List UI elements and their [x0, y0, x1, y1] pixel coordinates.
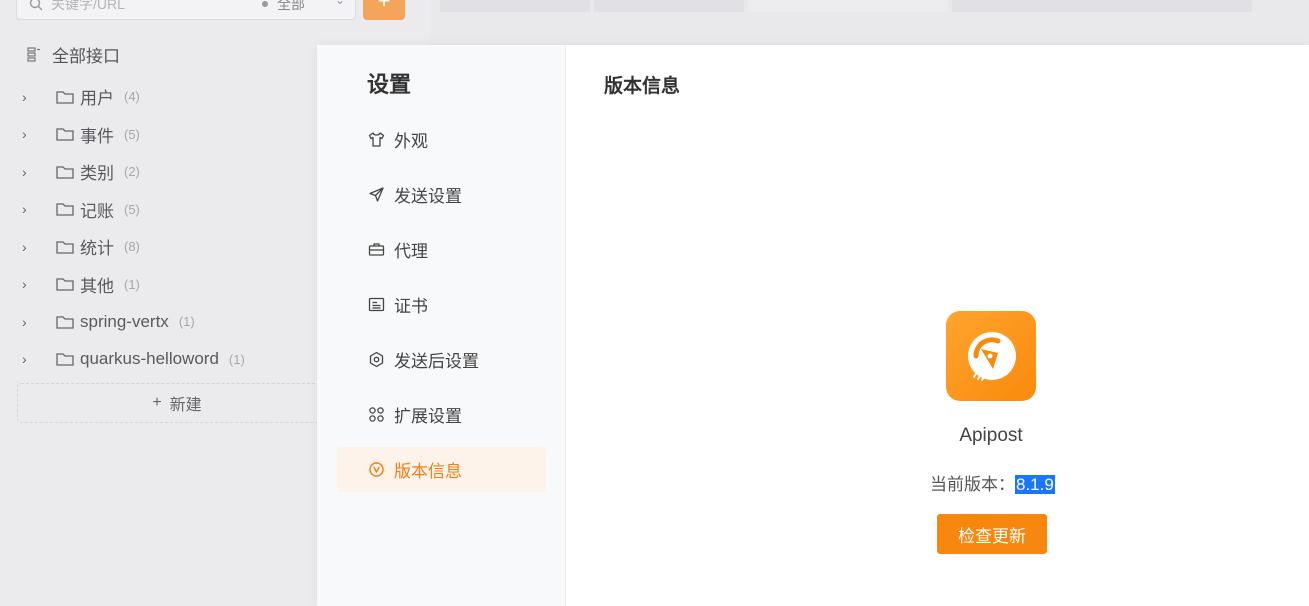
folder-count: (5): [124, 126, 140, 142]
nav-item-certificate[interactable]: 证书: [337, 282, 546, 327]
tree-folder[interactable]: › quarkus-helloword (1): [22, 341, 322, 379]
folder-icon: [56, 128, 74, 141]
folder-icon: [56, 316, 74, 329]
folder-name: 事件: [80, 126, 114, 146]
folder-count: (1): [178, 314, 195, 330]
nav-item-send-settings[interactable]: 发送设置: [337, 172, 546, 217]
nav-item-post-send-settings[interactable]: 发送后设置: [337, 337, 546, 382]
nav-item-label: 发送后设置: [394, 352, 479, 371]
version-icon: [367, 461, 385, 479]
shirt-icon: [367, 131, 385, 149]
search-placeholder: 关键字/URL: [51, 0, 125, 12]
nav-item-label: 版本信息: [394, 462, 462, 481]
nav-item-label: 外观: [394, 132, 428, 151]
settings-dialog: 设置 外观 发送设置 代理 证书 发送后设置 扩展设置 版本信息 版本信息 Ap…: [317, 45, 1309, 606]
chevron-right-icon: ›: [22, 276, 27, 293]
chevron-right-icon: ›: [22, 238, 27, 255]
version-value: 8.1.9: [1015, 475, 1055, 494]
tree-folder[interactable]: › 事件 (5): [22, 116, 322, 154]
certificate-icon: [367, 296, 385, 314]
chevron-down-icon: ⌄: [335, 0, 346, 7]
scope-select[interactable]: 全部: [277, 0, 305, 14]
apipost-logo-icon: [968, 332, 1016, 381]
folder-count: (1): [228, 351, 245, 367]
briefcase-icon: [367, 241, 385, 259]
new-button[interactable]: + 新建: [17, 383, 337, 423]
add-button[interactable]: +: [363, 0, 405, 20]
folder-name: 统计: [80, 239, 114, 259]
new-label: 新建: [169, 397, 202, 414]
folder-icon: [56, 203, 74, 216]
search-input[interactable]: 关键字/URL 全部 ⌄: [16, 0, 356, 20]
send-icon: [367, 186, 385, 204]
nav-item-label: 证书: [394, 297, 428, 316]
nav-item-version-info[interactable]: 版本信息: [337, 447, 546, 492]
nav-item-label: 代理: [394, 242, 428, 261]
nav-item-label: 发送设置: [394, 187, 462, 206]
tree-folder[interactable]: › spring-vertx (1): [22, 303, 322, 341]
folder-count: (5): [124, 201, 140, 217]
settings-title: 设置: [367, 72, 412, 97]
nav-item-label: 扩展设置: [394, 407, 462, 426]
nav-item-appearance[interactable]: 外观: [337, 117, 546, 162]
hexagon-settings-icon: [367, 351, 385, 369]
scope-dot-icon: [262, 1, 268, 7]
tab-strip-dimmed: [440, 0, 1309, 12]
app-logo: [946, 311, 1036, 401]
folder-name: spring-vertx: [80, 311, 169, 331]
folder-count: (4): [124, 89, 140, 105]
settings-nav-list: 外观 发送设置 代理 证书 发送后设置 扩展设置 版本信息: [337, 117, 546, 502]
extensions-icon: [367, 406, 385, 424]
app-name-text: Apipost: [959, 425, 1023, 446]
chevron-right-icon: ›: [22, 163, 27, 180]
chevron-right-icon: ›: [22, 88, 27, 105]
tree-folder[interactable]: › 统计 (8): [22, 228, 322, 266]
folder-count: (8): [124, 239, 140, 255]
folder-count: (2): [124, 164, 140, 180]
folder-name: 记账: [80, 201, 114, 221]
folder-icon: [56, 353, 74, 366]
folder-icon: [56, 241, 74, 254]
panel-title: 版本信息: [604, 76, 681, 97]
folder-count: (1): [124, 276, 140, 292]
check-update-button[interactable]: 检查更新: [937, 514, 1047, 554]
app-name: Apipost: [566, 425, 1308, 447]
folder-name: quarkus-helloword: [80, 349, 219, 369]
tree-folder[interactable]: › 其他 (1): [22, 266, 322, 304]
nav-item-proxy[interactable]: 代理: [337, 227, 546, 272]
version-label: 当前版本：: [930, 475, 1015, 494]
chevron-right-icon: ›: [22, 313, 27, 330]
tree-folder[interactable]: › 记账 (5): [22, 191, 322, 229]
folder-name: 用户: [80, 89, 114, 109]
tree-folder[interactable]: › 类别 (2): [22, 153, 322, 191]
chevron-right-icon: ›: [22, 126, 27, 143]
folder-icon: [56, 278, 74, 291]
nav-item-extensions[interactable]: 扩展设置: [337, 392, 546, 437]
chevron-right-icon: ›: [22, 201, 27, 218]
api-tree: › 用户 (4) › 事件 (5) › 类别 (2) › 记账 (5) › 统计: [22, 78, 322, 378]
current-version: 当前版本：8.1.9: [930, 470, 1055, 495]
folder-name: 其他: [80, 276, 114, 296]
plus-icon: +: [152, 394, 162, 411]
search-icon: [29, 0, 43, 11]
chevron-right-icon: ›: [22, 351, 27, 368]
folder-icon: [56, 91, 74, 104]
api-list-icon: [27, 47, 40, 62]
settings-nav: 设置 外观 发送设置 代理 证书 发送后设置 扩展设置 版本信息: [317, 45, 566, 606]
tree-folder[interactable]: › 用户 (4): [22, 78, 322, 116]
all-api-item[interactable]: 全部接口: [26, 42, 120, 66]
folder-name: 类别: [80, 164, 114, 184]
folder-icon: [56, 166, 74, 179]
all-api-label: 全部接口: [52, 46, 120, 66]
